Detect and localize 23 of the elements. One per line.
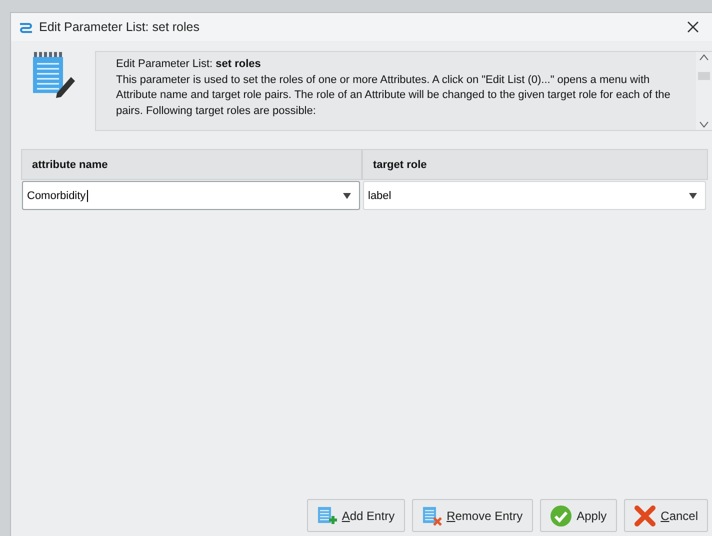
- column-header[interactable]: attribute name: [21, 149, 362, 180]
- scrollbar[interactable]: [696, 52, 712, 130]
- column-header[interactable]: target role: [362, 149, 708, 180]
- app-logo-icon: [19, 21, 33, 33]
- close-icon: [687, 21, 699, 33]
- scroll-up-icon: [699, 54, 709, 61]
- window-title: Edit Parameter List: set roles: [39, 20, 200, 34]
- dialog-button[interactable]: Cancel: [624, 499, 708, 532]
- dialog-button[interactable]: Apply: [540, 499, 617, 532]
- document-plus-icon: [316, 506, 337, 526]
- dropdown-field[interactable]: label: [363, 181, 706, 210]
- description-heading: Edit Parameter List: set roles: [116, 57, 262, 72]
- scroll-down-icon: [699, 121, 709, 128]
- scrollbar-thumb[interactable]: [698, 72, 710, 80]
- cross-icon: [634, 504, 656, 526]
- description-text: This parameter is used to set the roles of one or more Attributes. A click on "Edit List (0)..." opens a menu with Attribute name and target role pairs. The role of an Attribute will be changed to the given target role for each of the pairs. Following target roles are possible:: [116, 72, 672, 118]
- dropdown-field[interactable]: Comorbidity: [22, 181, 360, 210]
- dialog-button[interactable]: Remove Entry: [412, 499, 533, 532]
- dropdown-arrow-icon: [689, 192, 697, 198]
- dropdown-arrow-icon: [343, 192, 351, 198]
- document-cross-icon: [422, 506, 442, 526]
- checkmark-icon: [550, 504, 572, 526]
- dialog-button[interactable]: Add Entry: [306, 499, 405, 532]
